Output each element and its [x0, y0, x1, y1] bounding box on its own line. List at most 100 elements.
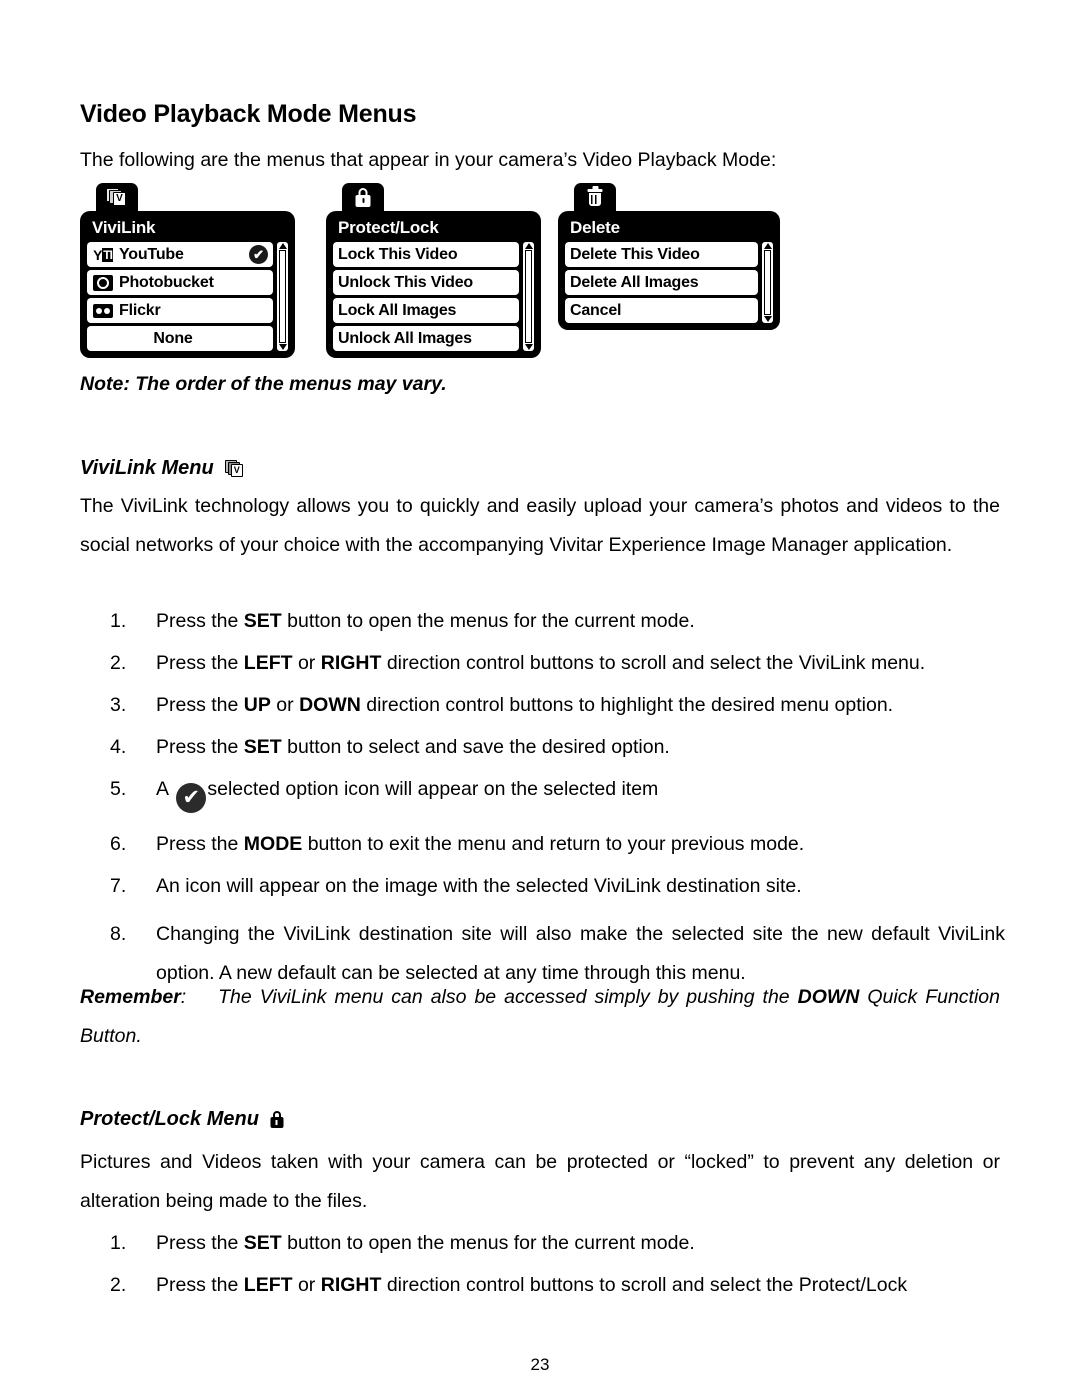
- step-number: 5.: [110, 778, 127, 800]
- menu-item-delete-this-video[interactable]: Delete This Video: [565, 242, 758, 267]
- menu-item-unlock-this-video[interactable]: Unlock This Video: [333, 270, 519, 295]
- step-text: Press the MODE button to exit the menu a…: [156, 833, 805, 855]
- list-item: 3. Press the UP or DOWN direction contro…: [100, 692, 1005, 719]
- photobucket-icon: [92, 274, 114, 292]
- document-page: Video Playback Mode Menus The following …: [0, 0, 1080, 1397]
- scroll-track[interactable]: [525, 250, 532, 343]
- scroll-track[interactable]: [764, 250, 771, 315]
- list-item: 1. Press the SET button to open the menu…: [100, 1230, 1005, 1257]
- menu-item-label: Delete All Images: [570, 273, 699, 291]
- protect-lock-menu-body: Protect/Lock Lock This Video Unlock This…: [326, 211, 541, 358]
- scroll-up-arrow-icon[interactable]: [763, 243, 772, 249]
- menu-item-label: Unlock This Video: [338, 273, 473, 291]
- step-text: Press the SET button to open the menus f…: [156, 1232, 695, 1254]
- delete-menu-body: Delete Delete This Video Delete All Imag…: [558, 211, 780, 330]
- scroll-up-arrow-icon[interactable]: [278, 243, 287, 249]
- menu-item-unlock-all-images[interactable]: Unlock All Images: [333, 326, 519, 351]
- menu-item-none[interactable]: None: [87, 326, 273, 351]
- step-number: 1.: [110, 1232, 127, 1254]
- menu-delete: Delete Delete This Video Delete All Imag…: [558, 183, 780, 330]
- step-number: 2.: [110, 1274, 127, 1296]
- vivilink-tab: V: [96, 183, 138, 213]
- protect-lock-paragraph: Pictures and Videos taken with your came…: [80, 1151, 1000, 1212]
- step-text: Press the UP or DOWN direction control b…: [156, 694, 894, 716]
- note-label: Note:: [80, 373, 130, 395]
- step-text: A ✔ selected option icon will appear on t…: [156, 778, 658, 813]
- menu-item-label: Photobucket: [119, 273, 214, 291]
- list-item: 4. Press the SET button to select and sa…: [100, 734, 1005, 761]
- menu-item-label: Unlock All Images: [338, 329, 472, 347]
- scroll-down-arrow-icon[interactable]: [763, 316, 772, 322]
- remember-label: Remember: [80, 986, 181, 1008]
- protect-lock-menu-scrollbar[interactable]: [523, 242, 534, 351]
- youtube-icon: Y TI: [93, 246, 113, 263]
- menu-item-lock-this-video[interactable]: Lock This Video: [333, 242, 519, 267]
- note-text: The order of the menus may vary.: [135, 373, 447, 395]
- step-text: Press the LEFT or RIGHT direction contro…: [156, 1274, 908, 1296]
- menu-item-label: Flickr: [119, 301, 161, 319]
- menu-item-label: Lock This Video: [338, 245, 458, 263]
- remember-bold: DOWN: [797, 986, 860, 1008]
- section-heading-label: Protect/Lock Menu: [80, 1108, 259, 1130]
- step-number: 6.: [110, 833, 127, 855]
- vivilink-stack-icon: V: [106, 188, 128, 208]
- page-number: 23: [530, 1355, 550, 1374]
- menu-item-lock-all-images[interactable]: Lock All Images: [333, 298, 519, 323]
- vivilink-steps-list: 1. Press the SET button to open the menu…: [100, 608, 1005, 993]
- list-item: 1. Press the SET button to open the menu…: [100, 608, 1005, 635]
- vivilink-stack-icon: V: [224, 459, 245, 478]
- remember-separator: :: [180, 986, 187, 1008]
- check-circle-icon: ✔: [176, 783, 207, 813]
- lock-icon: [355, 188, 372, 208]
- vivilink-menu-header: ViviLink: [92, 218, 156, 237]
- protect-lock-steps-list: 1. Press the SET button to open the menu…: [100, 1230, 1005, 1299]
- menu-item-cancel[interactable]: Cancel: [565, 298, 758, 323]
- section-heading-protect-lock: Protect/Lock Menu: [80, 1108, 284, 1131]
- remember-note: Remember: The ViviLink menu can also be …: [80, 978, 1000, 1056]
- list-item: 2. Press the LEFT or RIGHT direction con…: [100, 650, 1005, 677]
- menu-item-flickr[interactable]: Flickr: [87, 298, 273, 323]
- scroll-down-arrow-icon[interactable]: [278, 344, 287, 350]
- step-text: An icon will appear on the image with th…: [156, 875, 802, 897]
- menu-protect-lock: Protect/Lock Lock This Video Unlock This…: [326, 183, 541, 358]
- step-number: 2.: [110, 652, 127, 674]
- section-heading-vivilink: ViviLink Menu V: [80, 457, 245, 480]
- vivilink-paragraph: The ViviLink technology allows you to qu…: [80, 495, 1000, 556]
- menu-item-delete-all-images[interactable]: Delete All Images: [565, 270, 758, 295]
- protect-lock-tab: [342, 183, 384, 213]
- step-text: Press the SET button to open the menus f…: [156, 610, 695, 632]
- intro-paragraph: The following are the menus that appear …: [80, 149, 777, 171]
- step-number: 7.: [110, 875, 127, 897]
- menu-item-label: Lock All Images: [338, 301, 457, 319]
- scroll-track[interactable]: [279, 250, 286, 343]
- menu-item-youtube[interactable]: Y TI YouTube ✔: [87, 242, 273, 267]
- vivilink-menu-scrollbar[interactable]: [277, 242, 288, 351]
- vivilink-menu-body: ViviLink Y TI YouTube ✔ Photobucket Flic…: [80, 211, 295, 358]
- step-text: Press the SET button to select and save …: [156, 736, 670, 758]
- camera-menu-illustrations: V ViviLink Y TI YouTube ✔ Photobucket Fl…: [80, 183, 1000, 363]
- step-number: 1.: [110, 610, 127, 632]
- flickr-icon: [92, 302, 114, 320]
- scroll-down-arrow-icon[interactable]: [524, 344, 533, 350]
- check-circle-icon: ✔: [249, 245, 268, 264]
- delete-menu-header: Delete: [570, 218, 620, 237]
- delete-menu-scrollbar[interactable]: [762, 242, 773, 323]
- menu-vivilink: V ViviLink Y TI YouTube ✔ Photobucket Fl…: [80, 183, 295, 358]
- menu-item-photobucket[interactable]: Photobucket: [87, 270, 273, 295]
- protect-lock-menu-header: Protect/Lock: [338, 218, 439, 237]
- menu-item-label: Cancel: [570, 301, 622, 319]
- section-heading-label: ViviLink Menu: [80, 457, 214, 479]
- list-item: 5. A ✔ selected option icon will appear o…: [100, 776, 1005, 813]
- list-item: 7. An icon will appear on the image with…: [100, 873, 1005, 900]
- step-text: Changing the ViviLink destination site w…: [156, 923, 1005, 984]
- list-item: 2. Press the LEFT or RIGHT direction con…: [100, 1272, 1005, 1299]
- scroll-up-arrow-icon[interactable]: [524, 243, 533, 249]
- step-number: 8.: [110, 923, 127, 945]
- menu-item-label: Delete This Video: [570, 245, 700, 263]
- menu-item-label: YouTube: [119, 245, 184, 263]
- note-line: Note: The order of the menus may vary.: [80, 373, 447, 396]
- menu-item-label: None: [153, 329, 193, 347]
- lock-icon: [270, 1110, 284, 1129]
- delete-tab: [574, 183, 616, 213]
- step-number: 3.: [110, 694, 127, 716]
